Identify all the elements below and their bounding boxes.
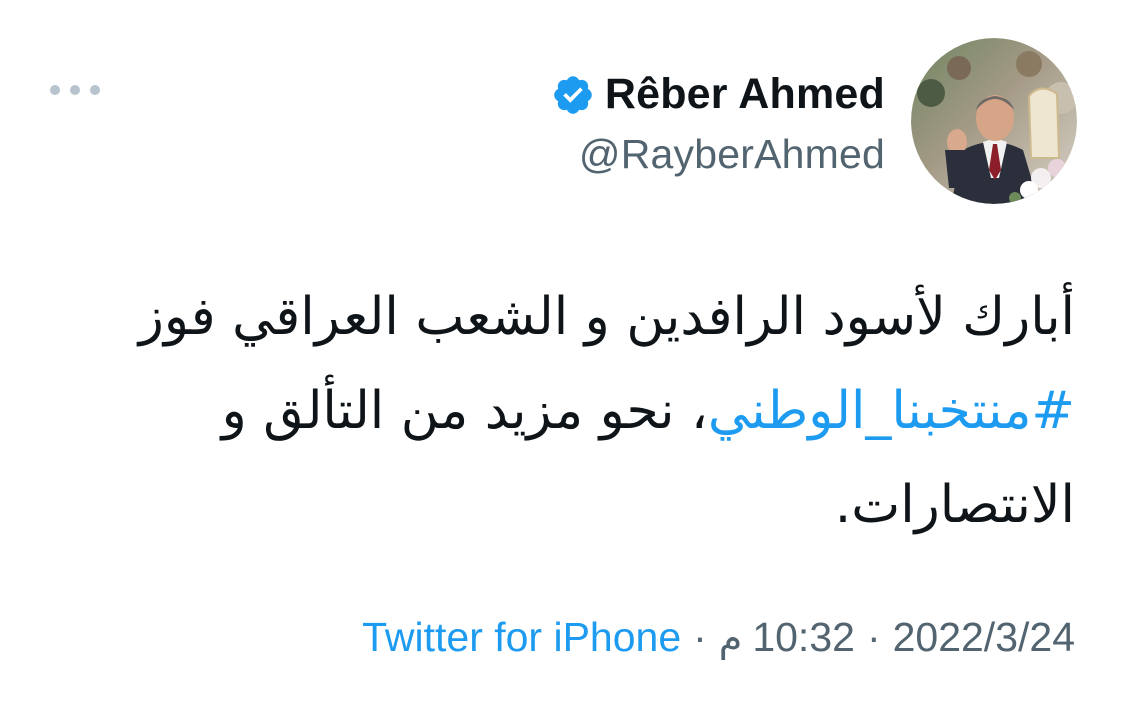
tweet-text: أبارك لأسود الرافدين و الشعب العراقي فوز… bbox=[45, 270, 1075, 552]
ellipsis-icon bbox=[90, 85, 100, 95]
author-names: Rêber Ahmed @RayberAhmed bbox=[551, 65, 885, 178]
source-link[interactable]: Twitter for iPhone bbox=[362, 614, 681, 661]
display-name-row[interactable]: Rêber Ahmed bbox=[551, 65, 885, 125]
meta-separator: · bbox=[866, 614, 881, 660]
tweet-header: Rêber Ahmed @RayberAhmed bbox=[551, 38, 1077, 204]
time-suffix: م bbox=[718, 615, 743, 660]
more-options-button[interactable] bbox=[50, 76, 100, 104]
hashtag-link[interactable]: #منتخبنا_الوطني bbox=[708, 381, 1075, 441]
meta-separator: · bbox=[693, 614, 707, 660]
ellipsis-icon bbox=[70, 85, 80, 95]
display-name[interactable]: Rêber Ahmed bbox=[605, 70, 885, 119]
avatar[interactable] bbox=[911, 38, 1077, 204]
verified-badge-icon bbox=[554, 75, 592, 114]
tweet-time[interactable]: 10:32 bbox=[752, 614, 855, 661]
ellipsis-icon bbox=[50, 85, 60, 95]
tweet-text-part: أبارك لأسود الرافدين و الشعب العراقي فوز bbox=[138, 287, 1075, 347]
tweet-date[interactable]: 2022/3/24 bbox=[893, 614, 1075, 661]
user-handle[interactable]: @RayberAhmed bbox=[579, 131, 885, 178]
tweet-meta: Twitter for iPhone · م 10:32 · 2022/3/24 bbox=[362, 614, 1075, 661]
